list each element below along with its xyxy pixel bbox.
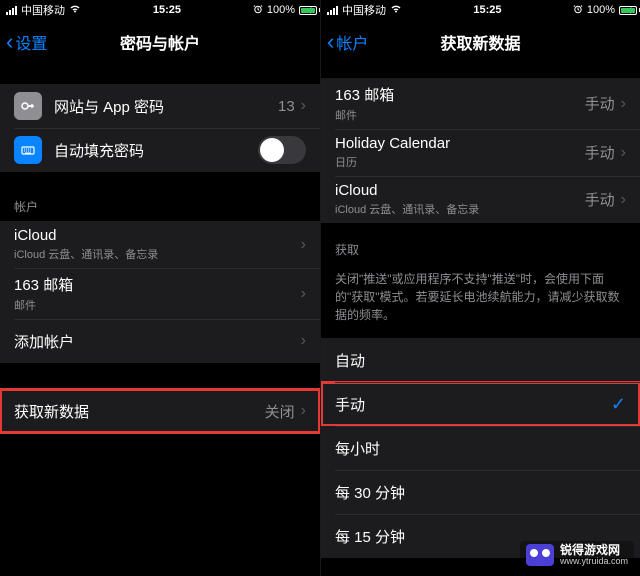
row-value: 13 (278, 98, 295, 115)
account-title: Holiday Calendar (335, 135, 585, 152)
row-fetch-account-holiday[interactable]: Holiday Calendar 日历 手动 › (321, 129, 640, 176)
section-header-accounts: 帐户 (0, 198, 320, 221)
chevron-right-icon: › (301, 97, 306, 115)
status-bar: 中国移动 15:25 100% (0, 0, 320, 20)
row-add-account[interactable]: 添加帐户 › (0, 319, 320, 363)
account-title: iCloud (335, 182, 585, 199)
account-sub: 邮件 (335, 107, 585, 123)
nav-bar: ‹ 帐户 获取新数据 (321, 20, 640, 64)
row-label: 自动填充密码 (54, 140, 258, 161)
account-sub: iCloud 云盘、通讯录、备忘录 (14, 246, 301, 262)
row-account-icloud[interactable]: iCloud iCloud 云盘、通讯录、备忘录 › (0, 221, 320, 268)
back-label: 设置 (15, 30, 47, 54)
account-title: iCloud (14, 227, 301, 244)
battery-icon (619, 6, 634, 15)
back-label: 帐户 (336, 30, 368, 54)
chevron-right-icon: › (621, 191, 626, 209)
row-value: 手动 (585, 93, 615, 114)
wifi-icon (390, 4, 402, 16)
chevron-right-icon: › (301, 332, 306, 350)
back-button[interactable]: ‹ 帐户 (327, 30, 368, 54)
autofill-toggle[interactable] (258, 136, 306, 164)
wifi-icon (69, 4, 81, 16)
battery-pct-label: 100% (587, 4, 615, 16)
row-value: 关闭 (265, 401, 295, 422)
nav-bar: ‹ 设置 密码与帐户 (0, 20, 320, 64)
row-fetch-account-163[interactable]: 163 邮箱 邮件 手动 › (321, 78, 640, 129)
alarm-icon (573, 4, 583, 17)
chevron-right-icon: › (621, 144, 626, 162)
watermark-url: www.ytruida.com (560, 557, 628, 567)
row-website-app-passwords[interactable]: 网站与 App 密码 13 › (0, 84, 320, 128)
alarm-icon (253, 4, 263, 17)
account-sub: 日历 (335, 154, 585, 170)
watermark-logo-icon (526, 544, 554, 566)
row-fetch-option-auto[interactable]: 自动 (321, 338, 640, 382)
account-sub: iCloud 云盘、通讯录、备忘录 (335, 201, 585, 217)
status-bar: 中国移动 15:25 100% (321, 0, 640, 20)
check-icon: ✓ (611, 394, 626, 415)
row-value: 手动 (585, 142, 615, 163)
signal-icon (327, 6, 338, 15)
page-title: 密码与帐户 (120, 30, 200, 54)
battery-pct-label: 100% (267, 4, 295, 16)
clock-label: 15:25 (153, 4, 181, 16)
carrier-label: 中国移动 (21, 2, 65, 18)
back-button[interactable]: ‹ 设置 (6, 30, 47, 54)
row-fetch-account-icloud[interactable]: iCloud iCloud 云盘、通讯录、备忘录 手动 › (321, 176, 640, 223)
chevron-left-icon: ‹ (6, 31, 13, 53)
option-label: 每 30 分钟 (335, 482, 626, 503)
option-label: 自动 (335, 350, 626, 371)
row-fetch-option-manual[interactable]: 手动 ✓ (321, 382, 640, 426)
row-fetch-option-30min[interactable]: 每 30 分钟 (321, 470, 640, 514)
section-header-fetch: 获取 (321, 241, 640, 264)
option-label: 手动 (335, 394, 611, 415)
chevron-left-icon: ‹ (327, 31, 334, 53)
watermark: 锐得游戏网 www.ytruida.com (520, 541, 634, 570)
battery-icon (299, 6, 314, 15)
account-title: 163 邮箱 (335, 84, 585, 105)
row-label: 获取新数据 (14, 401, 265, 422)
chevron-right-icon: › (301, 285, 306, 303)
screen-fetch-new-data: 中国移动 15:25 100% ‹ 帐户 (320, 0, 640, 576)
account-title: 163 邮箱 (14, 274, 301, 295)
row-label: 添加帐户 (14, 331, 301, 352)
row-account-163[interactable]: 163 邮箱 邮件 › (0, 268, 320, 319)
row-autofill-passwords[interactable]: 自动填充密码 (0, 128, 320, 172)
clock-label: 15:25 (473, 4, 501, 16)
page-title: 获取新数据 (440, 30, 520, 54)
row-value: 手动 (585, 189, 615, 210)
section-footer-fetch: 关闭"推送"或应用程序不支持"推送"时，会使用下面的"获取"模式。若要延长电池续… (321, 264, 640, 324)
row-fetch-new-data[interactable]: 获取新数据 关闭 › (0, 389, 320, 433)
screen-passwords-accounts: 中国移动 15:25 100% ‹ 设置 (0, 0, 320, 576)
chevron-right-icon: › (301, 402, 306, 420)
option-label: 每小时 (335, 438, 626, 459)
keyboard-icon (14, 136, 42, 164)
row-label: 网站与 App 密码 (54, 96, 278, 117)
chevron-right-icon: › (621, 95, 626, 113)
account-sub: 邮件 (14, 297, 301, 313)
carrier-label: 中国移动 (342, 2, 386, 18)
row-fetch-option-hourly[interactable]: 每小时 (321, 426, 640, 470)
signal-icon (6, 6, 17, 15)
chevron-right-icon: › (301, 236, 306, 254)
key-icon (14, 92, 42, 120)
